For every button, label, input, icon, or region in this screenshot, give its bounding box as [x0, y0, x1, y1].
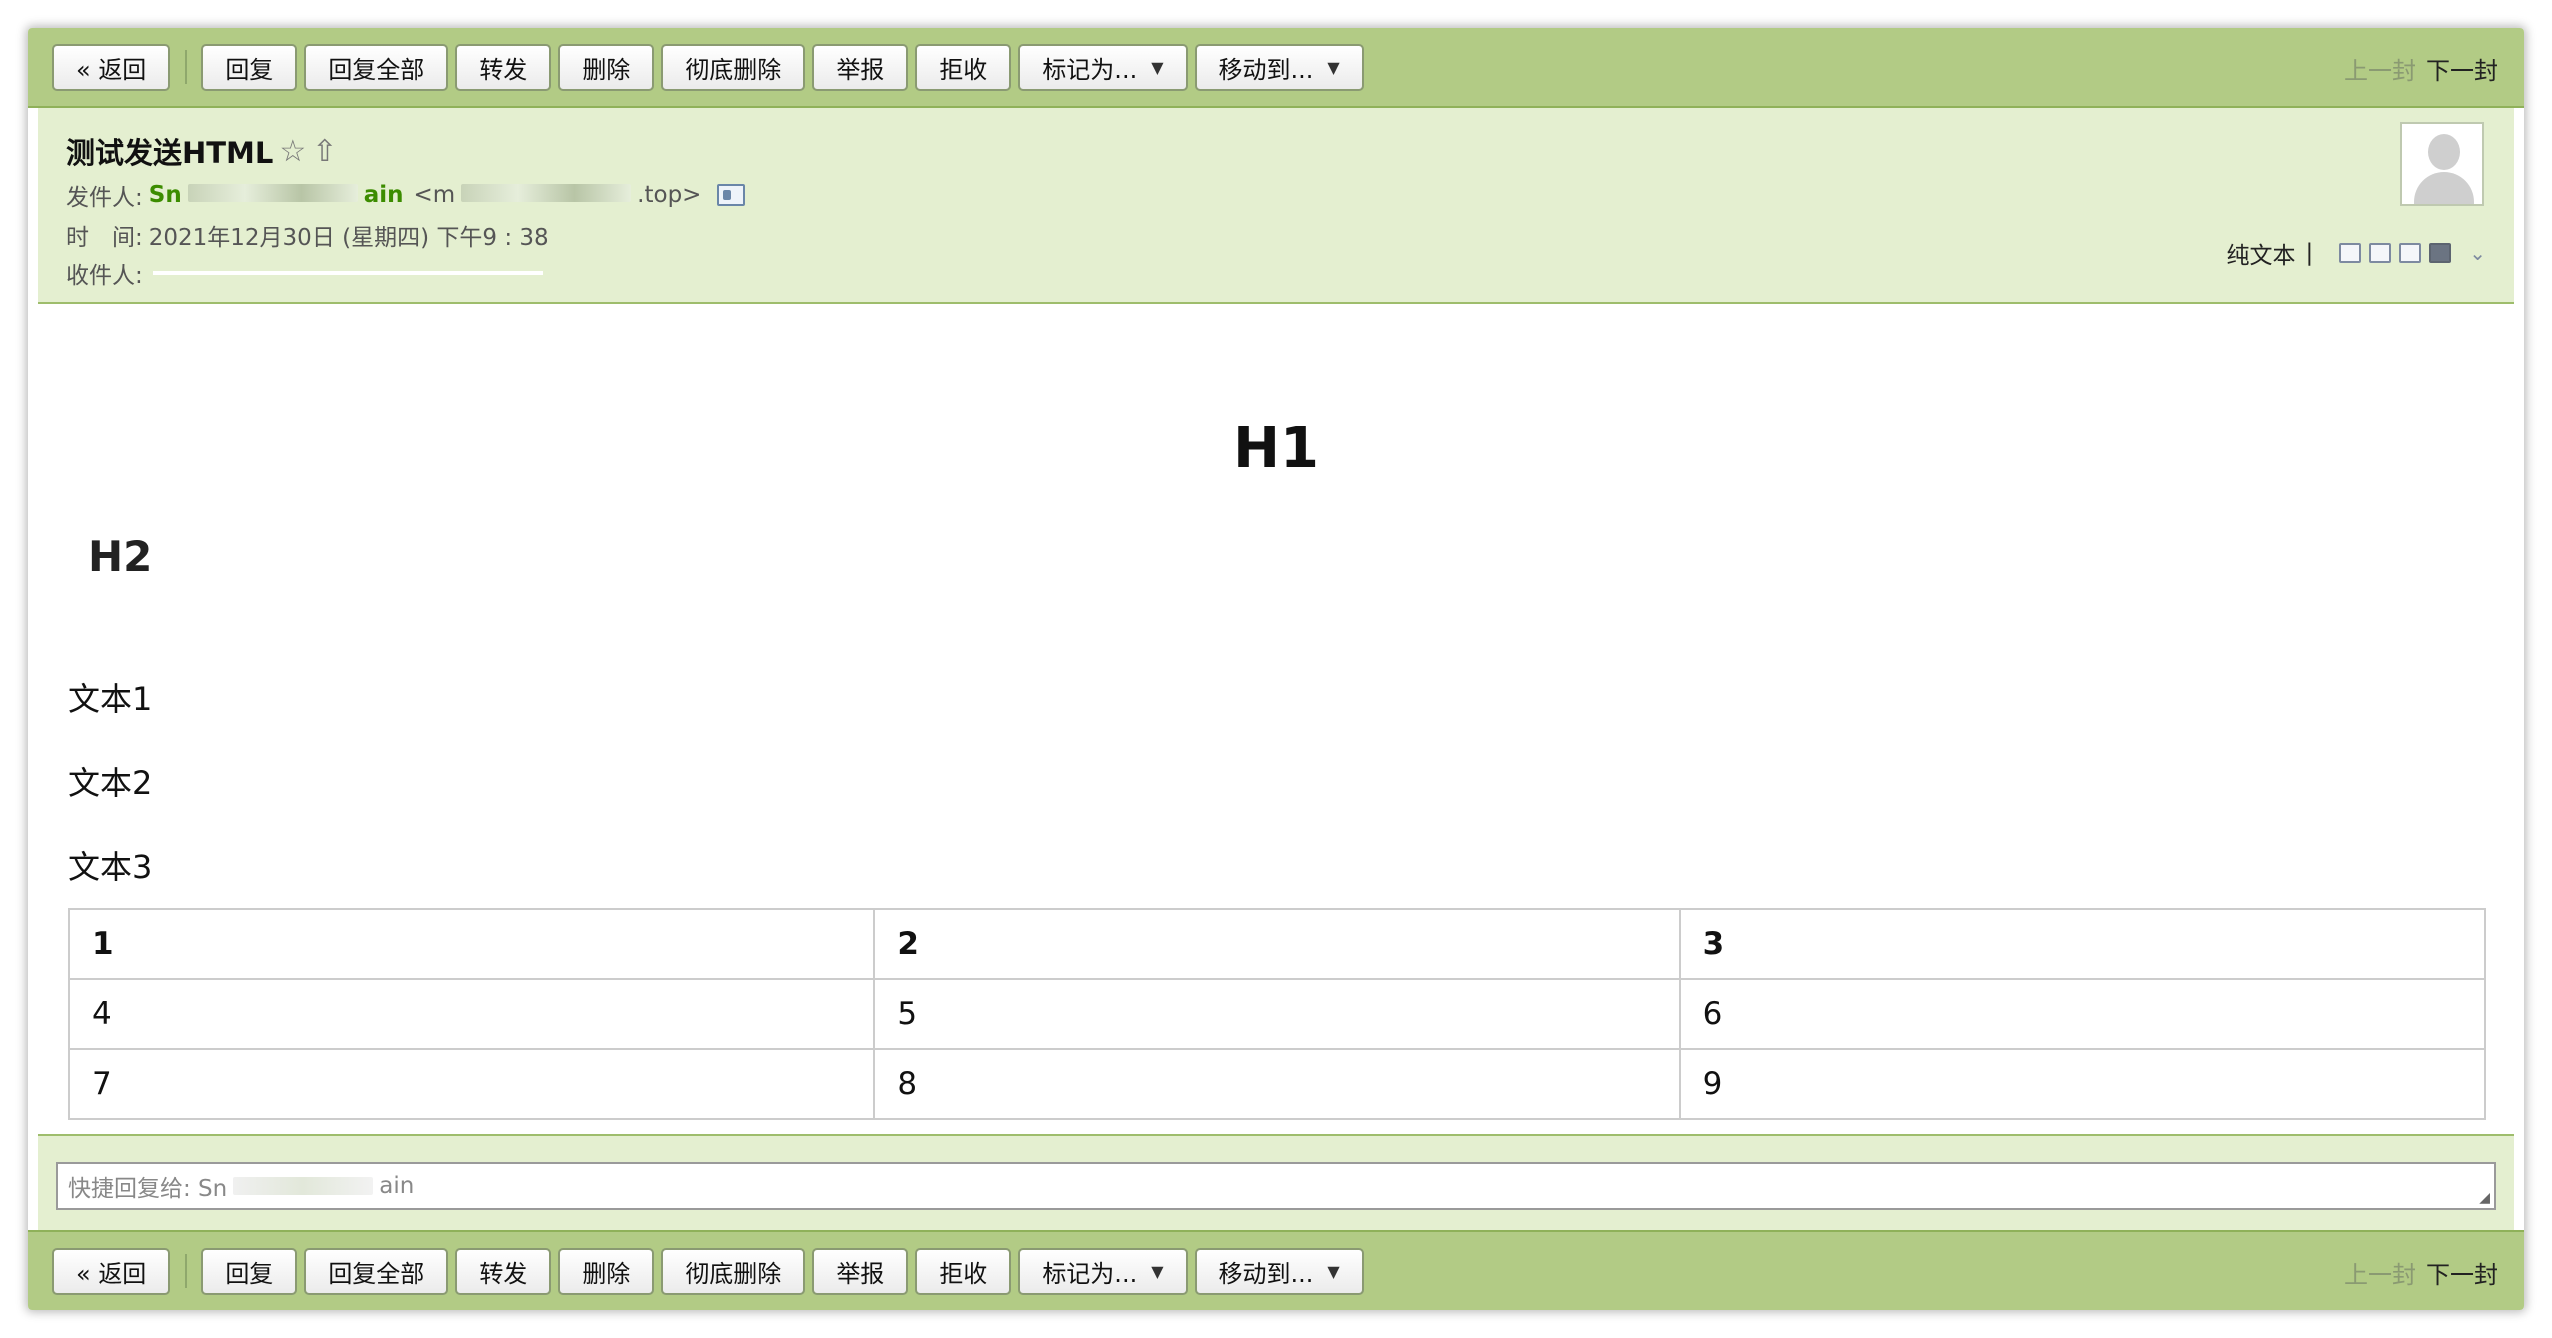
time-row: 时 间: 2021年12月30日 (星期四) 下午9 : 38 [66, 218, 549, 252]
add-contact-icon[interactable] [717, 184, 746, 206]
to-label: 收件人: [66, 263, 143, 289]
table-cell: 1 [67, 908, 876, 980]
back-button[interactable]: « 返回 [52, 43, 171, 91]
table-cell: 9 [1678, 1048, 2487, 1120]
reply-all-button[interactable]: 回复全部 [304, 43, 449, 91]
sender-email: <m .top> [413, 182, 701, 208]
delete-button[interactable]: 删除 [558, 43, 655, 91]
table-cell: 4 [67, 978, 876, 1050]
delete-permanent-button[interactable]: 彻底删除 [661, 1247, 806, 1295]
redacted-block [233, 1177, 374, 1195]
mark-as-dropdown[interactable]: 标记为... ▼ [1018, 43, 1188, 91]
reject-button[interactable]: 拒收 [915, 1247, 1012, 1295]
sender-avatar [2400, 122, 2484, 206]
caret-down-icon: ▼ [1151, 1261, 1164, 1281]
sender-row: 发件人: Sn ain <m .top> [66, 178, 746, 212]
time-value: 2021年12月30日 (星期四) 下午9 : 38 [148, 225, 549, 251]
new-window-icon[interactable] [2339, 243, 2362, 263]
sender-name[interactable]: Sn ain [149, 182, 404, 208]
forward-button[interactable]: 转发 [455, 43, 552, 91]
mark-as-label: 标记为... [1042, 1259, 1138, 1288]
table-cell: 7 [67, 1048, 876, 1120]
print-icon[interactable] [2429, 243, 2452, 263]
redacted-block [461, 184, 632, 202]
from-label: 发件人: [66, 185, 143, 211]
document-icon[interactable] [2369, 243, 2392, 263]
heading-h1: H1 [1233, 416, 1319, 481]
caret-down-icon: ▼ [1327, 57, 1340, 77]
heading-h2: H2 [88, 532, 153, 581]
table-cell: 6 [1678, 978, 2487, 1050]
reply-all-button[interactable]: 回复全部 [304, 1247, 449, 1295]
delete-permanent-button[interactable]: 彻底删除 [661, 43, 806, 91]
mail-header: 测试发送HTML ☆ ⇧ 发件人: Sn ain <m .top> 时 间: 202… [38, 108, 2514, 304]
redacted-recipient [152, 271, 543, 275]
divider: | [2305, 240, 2314, 266]
move-to-label: 移动到... [1218, 1259, 1314, 1288]
reply-button[interactable]: 回复 [201, 1247, 298, 1295]
bottom-toolbar: « 返回 回复 回复全部 转发 删除 彻底删除 举报 拒收 标记为... ▼ 移… [28, 1230, 2524, 1310]
paragraph: 文本2 [68, 764, 153, 802]
sender-email-end: .top> [637, 182, 702, 208]
sender-name-end: ain [363, 182, 404, 208]
mark-as-label: 标记为... [1042, 55, 1138, 84]
time-label: 时 间: [66, 225, 143, 251]
move-to-dropdown[interactable]: 移动到... ▼ [1194, 43, 1364, 91]
caret-down-icon: ▼ [1151, 57, 1164, 77]
toolbar-divider [185, 50, 188, 84]
view-tools: 纯文本 | ⌄ [2226, 236, 2486, 270]
mark-as-dropdown[interactable]: 标记为... ▼ [1018, 1247, 1188, 1295]
table-cell: 2 [873, 908, 1681, 980]
quick-reply-placeholder-start: 快捷回复给: Sn [68, 1176, 228, 1202]
back-button[interactable]: « 返回 [52, 1247, 171, 1295]
paragraph: 文本3 [68, 848, 153, 886]
table-row: 4 5 6 [67, 978, 2487, 1050]
caret-down-icon: ▼ [1327, 1261, 1340, 1281]
move-to-label: 移动到... [1218, 55, 1314, 84]
top-toolbar: « 返回 回复 回复全部 转发 删除 彻底删除 举报 拒收 标记为... ▼ 移… [28, 28, 2524, 108]
next-mail-link[interactable]: 下一封 [2426, 51, 2498, 86]
redacted-block [187, 184, 358, 202]
download-icon[interactable] [2399, 243, 2422, 263]
flag-up-icon[interactable]: ⇧ [312, 134, 337, 169]
quick-reply-area: 快捷回复给: Sn ain ◢ [38, 1134, 2514, 1230]
report-button[interactable]: 举报 [812, 43, 909, 91]
move-to-dropdown[interactable]: 移动到... ▼ [1194, 1247, 1364, 1295]
sender-email-start: <m [413, 182, 456, 208]
table-row: 1 2 3 [67, 908, 2487, 980]
mail-body: H1 H2 文本1 文本2 文本3 1 2 3 4 5 6 7 8 9 [38, 304, 2514, 1124]
mail-read-window: « 返回 回复 回复全部 转发 删除 彻底删除 举报 拒收 标记为... ▼ 移… [28, 28, 2524, 1310]
next-mail-link[interactable]: 下一封 [2426, 1255, 2498, 1290]
table-cell: 3 [1678, 908, 2487, 980]
toolbar-divider [185, 1254, 188, 1288]
paragraph: 文本1 [68, 680, 153, 718]
star-icon[interactable]: ☆ [279, 134, 306, 169]
avatar-body [2414, 172, 2474, 204]
plain-text-link[interactable]: 纯文本 [2226, 236, 2295, 270]
delete-button[interactable]: 删除 [558, 1247, 655, 1295]
prev-mail-link[interactable]: 上一封 [2344, 51, 2416, 86]
prev-next-nav: 上一封 下一封 [2344, 28, 2498, 108]
table-row: 7 8 9 [67, 1048, 2487, 1120]
quick-reply-placeholder-end: ain [379, 1173, 415, 1199]
recipient-row: 收件人: [66, 256, 543, 290]
table-cell: 5 [873, 978, 1681, 1050]
report-button[interactable]: 举报 [812, 1247, 909, 1295]
reply-button[interactable]: 回复 [201, 43, 298, 91]
quick-reply-input[interactable]: 快捷回复给: Sn ain ◢ [56, 1162, 2496, 1210]
prev-next-nav: 上一封 下一封 [2344, 1232, 2498, 1310]
mail-subject: 测试发送HTML [66, 136, 274, 170]
table-cell: 8 [873, 1048, 1681, 1120]
forward-button[interactable]: 转发 [455, 1247, 552, 1295]
chevron-down-icon[interactable]: ⌄ [2469, 241, 2486, 265]
content-table: 1 2 3 4 5 6 7 8 9 [67, 908, 2487, 1120]
reject-button[interactable]: 拒收 [915, 43, 1012, 91]
sender-name-start: Sn [148, 182, 182, 208]
avatar-head [2428, 134, 2460, 170]
prev-mail-link[interactable]: 上一封 [2344, 1255, 2416, 1290]
mail-subject-row: 测试发送HTML ☆ ⇧ [66, 130, 337, 172]
resize-grip-icon[interactable]: ◢ [2479, 1190, 2490, 1206]
